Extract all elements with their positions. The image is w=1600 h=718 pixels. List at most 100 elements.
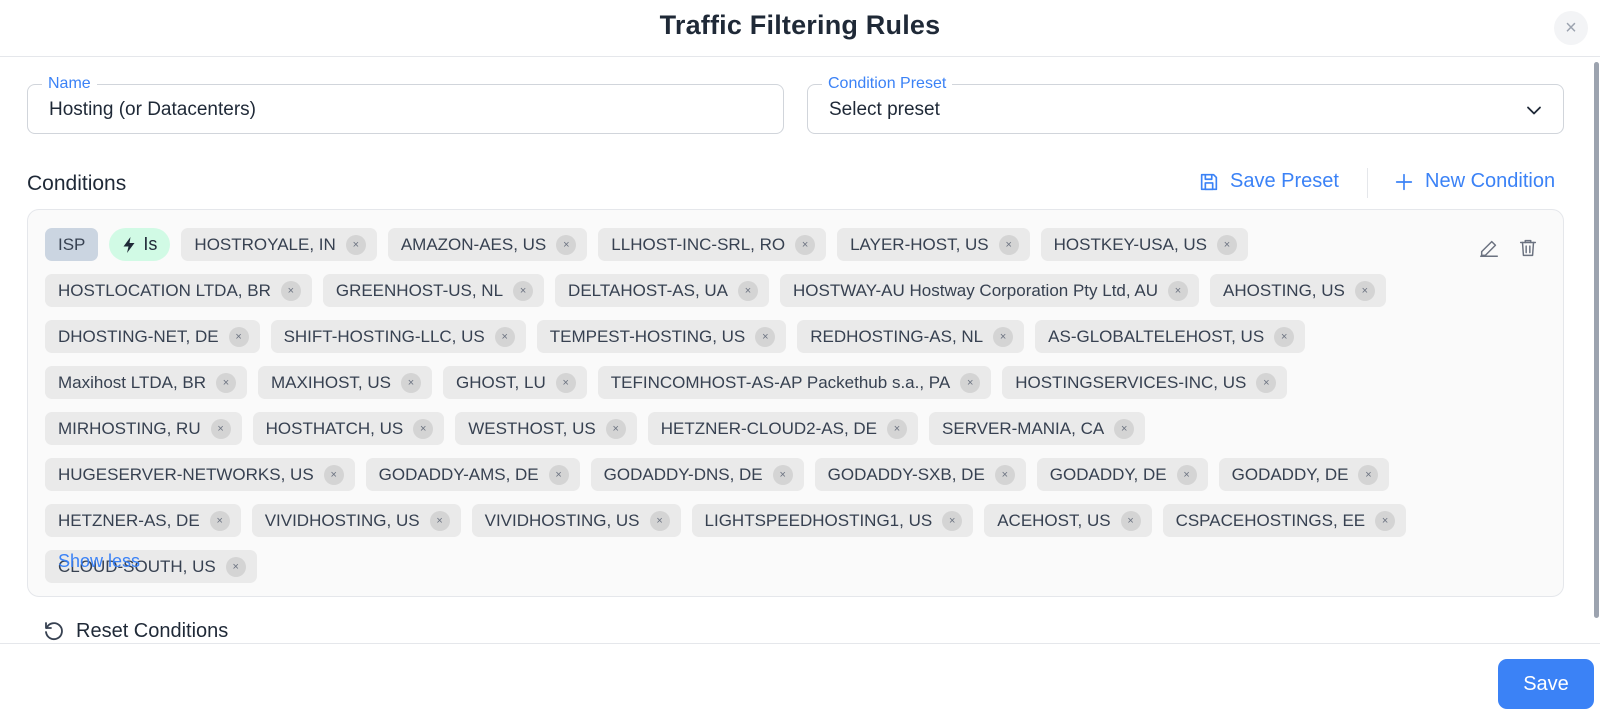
conditions-title: Conditions bbox=[27, 172, 127, 195]
save-preset-label: Save Preset bbox=[1230, 170, 1339, 192]
condition-value-chip: AS-GLOBALTELEHOST, US × bbox=[1035, 320, 1306, 353]
remove-value-icon[interactable]: × bbox=[209, 510, 230, 531]
remove-value-icon[interactable]: × bbox=[228, 326, 249, 347]
remove-value-icon[interactable]: × bbox=[942, 510, 963, 531]
condition-value-label: VIVIDHOSTING, US bbox=[264, 510, 420, 530]
remove-value-icon[interactable]: × bbox=[1358, 464, 1379, 485]
reset-conditions-label: Reset Conditions bbox=[76, 619, 229, 642]
remove-value-icon[interactable]: × bbox=[772, 464, 793, 485]
condition-value-chip: HOSTKEY-USA, US × bbox=[1040, 228, 1249, 261]
remove-value-icon[interactable]: × bbox=[1375, 510, 1396, 531]
remove-value-icon[interactable]: × bbox=[1168, 280, 1189, 301]
condition-preset-value: Select preset bbox=[829, 99, 940, 120]
condition-value-chip: DHOSTING-NET, DE × bbox=[45, 320, 260, 353]
remove-value-icon[interactable]: × bbox=[400, 372, 421, 393]
condition-value-label: GHOST, LU bbox=[455, 372, 546, 392]
remove-value-icon[interactable]: × bbox=[795, 234, 816, 255]
remove-value-icon[interactable]: × bbox=[1354, 280, 1375, 301]
name-field[interactable]: Name Hosting (or Datacenters) bbox=[27, 75, 784, 134]
condition-value-chip: WESTHOST, US × bbox=[455, 412, 637, 445]
remove-value-icon[interactable]: × bbox=[994, 464, 1015, 485]
remove-value-icon[interactable]: × bbox=[998, 234, 1019, 255]
remove-value-icon[interactable]: × bbox=[513, 280, 534, 301]
close-icon[interactable]: × bbox=[1554, 11, 1588, 45]
condition-operator-label: Is bbox=[143, 234, 158, 254]
condition-value-chip: CSPACEHOSTINGS, EE × bbox=[1162, 504, 1407, 537]
show-less-link[interactable]: Show less bbox=[58, 551, 140, 572]
new-condition-label: New Condition bbox=[1425, 170, 1556, 192]
condition-value-chip: VIVIDHOSTING, US × bbox=[471, 504, 681, 537]
condition-value-chip: Maxihost LTDA, BR × bbox=[45, 366, 248, 399]
remove-value-icon[interactable]: × bbox=[1114, 418, 1135, 439]
condition-value-label: CSPACEHOSTINGS, EE bbox=[1175, 510, 1366, 530]
condition-value-chip: AHOSTING, US × bbox=[1210, 274, 1386, 307]
condition-value-label: SERVER-MANIA, CA bbox=[942, 418, 1105, 438]
condition-value-chip: GODADDY-AMS, DE × bbox=[365, 458, 580, 491]
remove-value-icon[interactable]: × bbox=[960, 372, 981, 393]
remove-value-icon[interactable]: × bbox=[413, 418, 434, 439]
condition-value-chip: HOSTLOCATION LTDA, BR × bbox=[45, 274, 312, 307]
condition-value-chip: REDHOSTING-AS, NL × bbox=[797, 320, 1025, 353]
remove-value-icon[interactable]: × bbox=[556, 234, 577, 255]
condition-value-label: HOSTROYALE, IN bbox=[194, 234, 336, 254]
condition-value-chip: HOSTINGSERVICES-INC, US × bbox=[1002, 366, 1288, 399]
condition-value-label: HOSTLOCATION LTDA, BR bbox=[58, 280, 271, 300]
remove-value-icon[interactable]: × bbox=[887, 418, 908, 439]
condition-operator-tag[interactable]: Is bbox=[109, 228, 171, 261]
modal-scrollbar[interactable] bbox=[1594, 62, 1599, 618]
remove-value-icon[interactable]: × bbox=[345, 234, 366, 255]
condition-value-label: HOSTHATCH, US bbox=[265, 418, 404, 438]
remove-value-icon[interactable]: × bbox=[993, 326, 1014, 347]
save-button[interactable]: Save bbox=[1498, 659, 1594, 709]
condition-value-chip: GODADDY, DE × bbox=[1036, 458, 1208, 491]
remove-value-icon[interactable]: × bbox=[649, 510, 670, 531]
remove-value-icon[interactable]: × bbox=[555, 372, 576, 393]
save-preset-button[interactable]: Save Preset bbox=[1198, 170, 1339, 193]
remove-value-icon[interactable]: × bbox=[429, 510, 450, 531]
condition-value-chip: GODADDY, DE × bbox=[1218, 458, 1390, 491]
name-field-value[interactable]: Hosting (or Datacenters) bbox=[49, 99, 256, 121]
condition-value-label: GODADDY-SXB, DE bbox=[827, 464, 985, 484]
condition-value-label: AS-GLOBALTELEHOST, US bbox=[1048, 326, 1265, 346]
remove-value-icon[interactable]: × bbox=[1120, 510, 1141, 531]
condition-value-chip: VIVIDHOSTING, US × bbox=[251, 504, 461, 537]
remove-value-icon[interactable]: × bbox=[738, 280, 759, 301]
remove-value-icon[interactable]: × bbox=[216, 372, 237, 393]
condition-value-label: SHIFT-HOSTING-LLC, US bbox=[283, 326, 485, 346]
remove-value-icon[interactable]: × bbox=[323, 464, 344, 485]
condition-value-label: WESTHOST, US bbox=[468, 418, 596, 438]
reset-conditions-button[interactable]: Reset Conditions bbox=[42, 619, 228, 643]
condition-value-chip: LIGHTSPEEDHOSTING1, US × bbox=[691, 504, 974, 537]
condition-value-label: GODADDY, DE bbox=[1049, 464, 1167, 484]
pencil-icon[interactable] bbox=[1478, 237, 1500, 259]
remove-value-icon[interactable]: × bbox=[494, 326, 515, 347]
trash-icon[interactable] bbox=[1517, 237, 1539, 259]
new-condition-button[interactable]: New Condition bbox=[1393, 170, 1555, 193]
remove-value-icon[interactable]: × bbox=[1274, 326, 1295, 347]
remove-value-icon[interactable]: × bbox=[210, 418, 231, 439]
condition-value-label: LAYER-HOST, US bbox=[850, 234, 989, 254]
remove-value-icon[interactable]: × bbox=[605, 418, 626, 439]
condition-value-label: LIGHTSPEEDHOSTING1, US bbox=[704, 510, 933, 530]
remove-value-icon[interactable]: × bbox=[1217, 234, 1238, 255]
remove-value-icon[interactable]: × bbox=[225, 556, 246, 577]
plus-icon bbox=[1395, 173, 1413, 190]
condition-value-label: AHOSTING, US bbox=[1223, 280, 1345, 300]
chevron-down-icon[interactable] bbox=[1525, 101, 1543, 119]
condition-value-chip: GODADDY-SXB, DE × bbox=[814, 458, 1026, 491]
remove-value-icon[interactable]: × bbox=[548, 464, 569, 485]
condition-value-label: GODADDY-AMS, DE bbox=[378, 464, 539, 484]
modal-header: Traffic Filtering Rules × bbox=[0, 0, 1600, 57]
condition-field-tag[interactable]: ISP bbox=[45, 228, 99, 261]
condition-value-label: GODADDY-DNS, DE bbox=[603, 464, 763, 484]
condition-card: ISP Is HOSTROYALE, IN × AMAZON-AES, US × LLH… bbox=[27, 209, 1564, 597]
condition-value-label: VIVIDHOSTING, US bbox=[484, 510, 640, 530]
remove-value-icon[interactable]: × bbox=[1256, 372, 1277, 393]
condition-preset-select[interactable]: Condition Preset Select preset bbox=[807, 75, 1564, 134]
condition-value-chip: HOSTWAY-AU Hostway Corporation Pty Ltd, … bbox=[780, 274, 1200, 307]
remove-value-icon[interactable]: × bbox=[755, 326, 776, 347]
condition-value-label: TEMPEST-HOSTING, US bbox=[549, 326, 746, 346]
remove-value-icon[interactable]: × bbox=[1176, 464, 1197, 485]
condition-value-label: GODADDY, DE bbox=[1231, 464, 1349, 484]
remove-value-icon[interactable]: × bbox=[280, 280, 301, 301]
